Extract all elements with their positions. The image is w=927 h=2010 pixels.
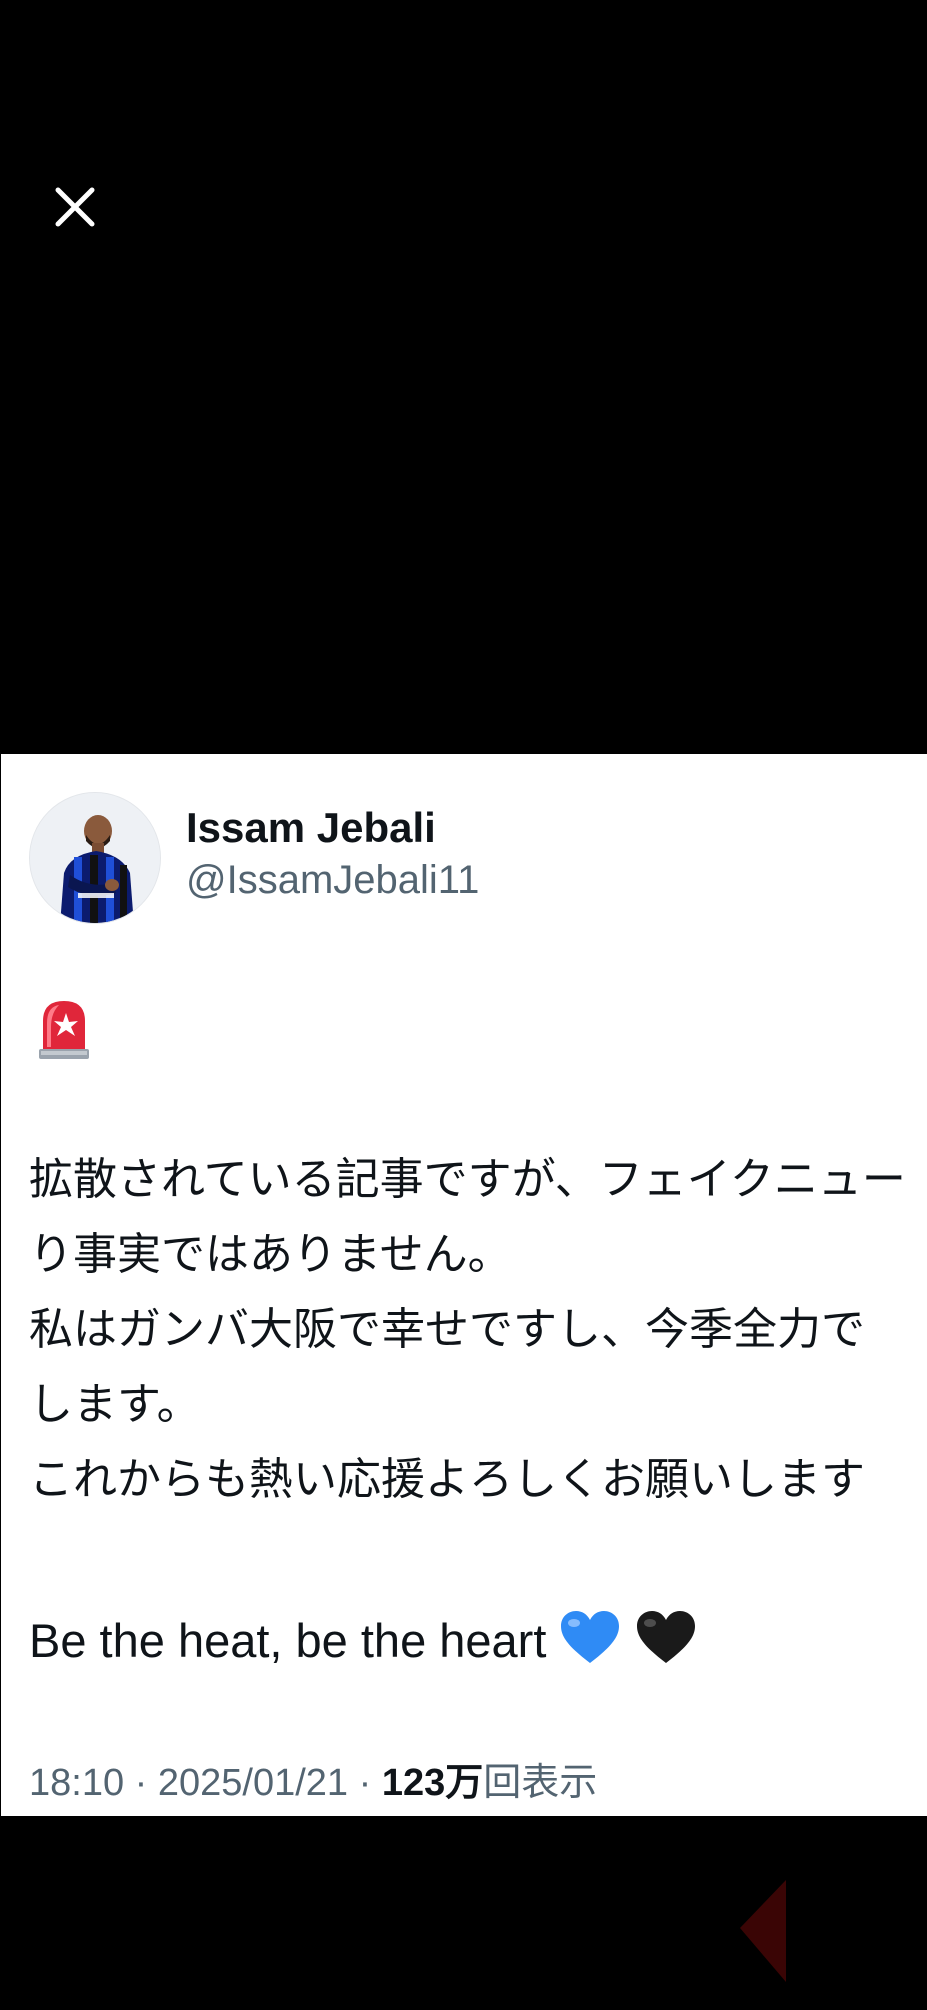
tweet-line: します。 xyxy=(29,1379,201,1430)
play-icon[interactable] xyxy=(738,1876,790,1986)
author-handle[interactable]: @IssamJebali11 xyxy=(186,858,479,903)
close-button[interactable] xyxy=(50,182,100,232)
meta-separator: · xyxy=(348,1762,382,1804)
tweet-line: 私はガンバ大阪で幸せですし、今季全力で xyxy=(29,1304,865,1355)
red-triangle-icon xyxy=(740,1880,786,1982)
tweet-body: 拡散されている記事ですが、フェイクニュー り事実ではありません。 私はガンバ大阪… xyxy=(29,1142,927,1517)
view-count: 123万 xyxy=(381,1762,484,1804)
view-label: 回表示 xyxy=(483,1762,598,1804)
tweet-line: り事実ではありません。 xyxy=(29,1229,512,1280)
avatar[interactable] xyxy=(29,792,161,924)
avatar-photo xyxy=(30,793,160,923)
siren-icon xyxy=(39,1001,89,1059)
tweet-card[interactable]: Issam Jebali @IssamJebali11 拡散されている記事ですが… xyxy=(1,754,927,1816)
siren-emoji xyxy=(37,999,91,1061)
tweet-line: 拡散されている記事ですが、フェイクニュー xyxy=(29,1154,906,1205)
close-icon xyxy=(55,187,95,227)
author-name[interactable]: Issam Jebali xyxy=(186,804,436,852)
tweet-meta: 18:10 · 2025/01/21 · 123万回表示 xyxy=(29,1751,597,1806)
tweet-date: 2025/01/21 xyxy=(157,1762,349,1804)
tweet-tagline: Be the heat, be the heart xyxy=(29,1609,697,1668)
tweet-time: 18:10 xyxy=(29,1762,125,1804)
black-heart-icon xyxy=(636,1611,695,1663)
tagline-text: Be the heat, be the heart xyxy=(29,1614,547,1667)
blue-heart-icon xyxy=(561,1611,620,1663)
meta-separator: · xyxy=(124,1762,158,1804)
tweet-line: これからも熱い応援よろしくお願いします xyxy=(29,1454,865,1505)
